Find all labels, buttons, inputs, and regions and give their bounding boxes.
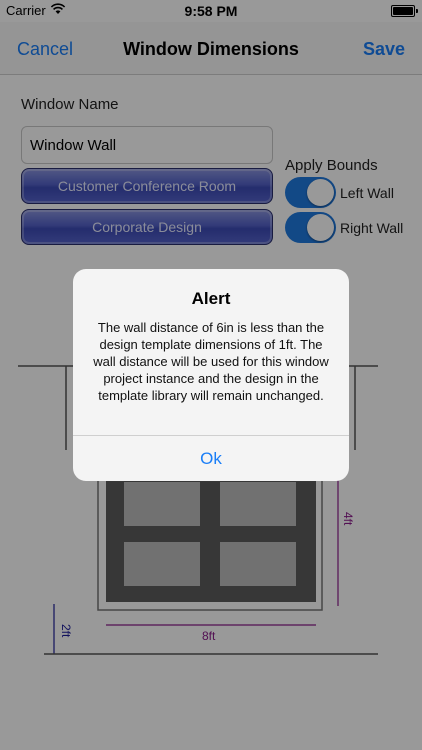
- alert-dialog: Alert The wall distance of 6in is less t…: [73, 269, 349, 481]
- alert-message: The wall distance of 6in is less than th…: [93, 320, 329, 403]
- screen: Carrier 9:58 PM Cancel Window Dimensions…: [0, 0, 422, 750]
- alert-title: Alert: [191, 289, 231, 308]
- ok-button[interactable]: Ok: [73, 436, 349, 481]
